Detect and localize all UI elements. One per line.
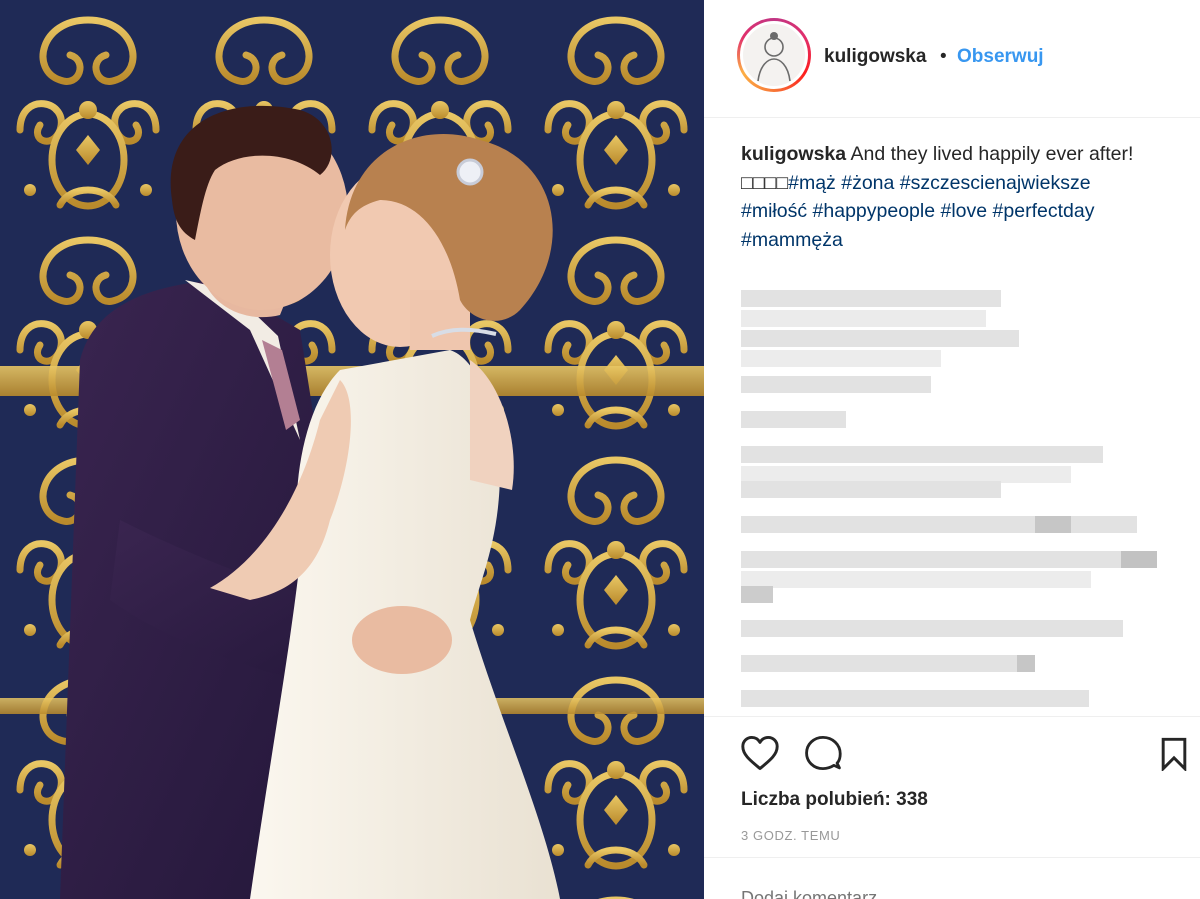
comment-bubble-icon[interactable] [804, 735, 842, 776]
hashtag-link[interactable]: #happypeople [813, 200, 936, 222]
add-comment-row [704, 857, 1200, 899]
hashtag-link[interactable]: #mąż [788, 172, 836, 194]
heart-icon[interactable] [740, 735, 780, 776]
censored-block [1035, 516, 1071, 533]
hashtag-link[interactable]: #szczescienajwieksze [900, 172, 1091, 194]
hashtag-link[interactable]: #żona [841, 172, 894, 194]
bookmark-icon[interactable] [1160, 737, 1188, 776]
censored-block [1017, 655, 1035, 672]
censored-block [741, 571, 1091, 588]
censored-block [741, 620, 1123, 637]
censored-block [741, 376, 931, 393]
censored-block [741, 290, 1001, 307]
post-header: kuligowska • Obserwuj [704, 0, 1200, 118]
post-photo[interactable] [0, 0, 704, 899]
comment-input[interactable] [741, 888, 1161, 899]
censored-block [741, 586, 773, 603]
censored-block [741, 516, 1137, 533]
avatar[interactable] [740, 21, 808, 89]
post-actions: Liczba polubień: 338 3 godz. temu [704, 716, 1200, 899]
pixelated-comments [741, 288, 1171, 718]
censored-block [741, 411, 846, 428]
post-timestamp[interactable]: 3 godz. temu [741, 828, 840, 843]
story-ring[interactable] [737, 18, 811, 92]
censored-block [741, 481, 1001, 498]
post-caption: kuligowska And they lived happily ever a… [741, 140, 1151, 254]
censored-block [741, 330, 1019, 347]
caption-username[interactable]: kuligowska [741, 143, 846, 165]
hashtag-link[interactable]: #perfectday [993, 200, 1095, 222]
separator-dot: • [940, 46, 947, 67]
post-sidebar: kuligowska • Obserwuj kuligowska And the… [704, 0, 1200, 899]
header-username[interactable]: kuligowska [824, 46, 926, 68]
censored-block [741, 446, 1103, 463]
wedding-photo-illustration [0, 0, 704, 899]
likes-count[interactable]: Liczba polubień: 338 [741, 789, 928, 811]
hashtag-link[interactable]: #miłość [741, 200, 807, 222]
follow-button[interactable]: Obserwuj [957, 46, 1044, 68]
censored-block [741, 310, 986, 327]
censored-block [741, 551, 1157, 568]
censored-block [1121, 551, 1157, 568]
avatar-portrait-icon [757, 32, 791, 82]
censored-block [741, 350, 941, 367]
censored-block [741, 655, 1033, 672]
hashtag-link[interactable]: #mammęża [741, 229, 843, 251]
censored-block [741, 690, 1089, 707]
hashtag-link[interactable]: #love [941, 200, 988, 222]
